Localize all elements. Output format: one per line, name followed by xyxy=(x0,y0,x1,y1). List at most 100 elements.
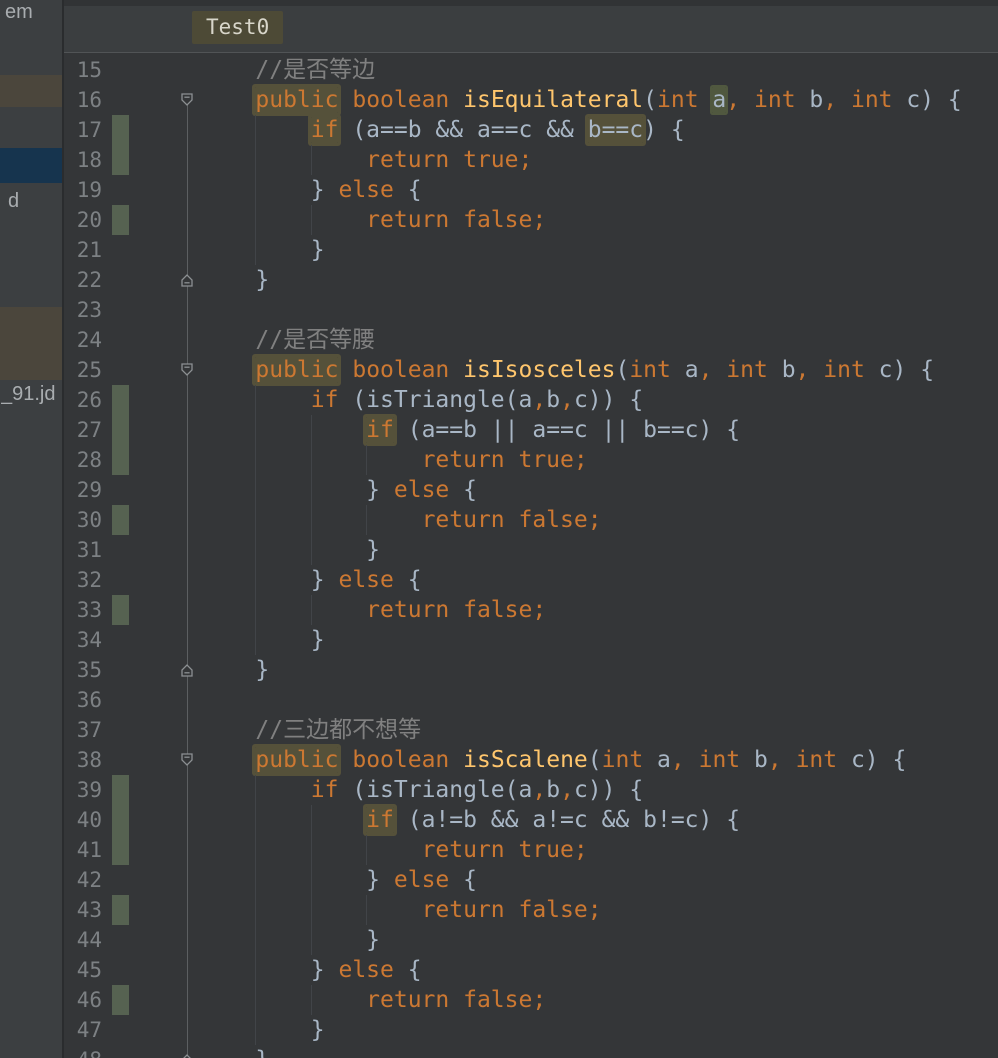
line-number[interactable]: 16 xyxy=(64,85,102,115)
code-line-text: } else { xyxy=(366,477,477,503)
line-number[interactable]: 27 xyxy=(64,415,102,445)
code-line-text: } else { xyxy=(310,177,422,203)
code-line[interactable]: 23 xyxy=(64,295,998,325)
code-line[interactable]: 36 xyxy=(64,685,998,715)
sidebar-row-selected[interactable] xyxy=(0,148,62,183)
code-line[interactable]: 30 return false; xyxy=(64,505,998,535)
line-number[interactable]: 23 xyxy=(64,295,102,325)
code-line[interactable]: 39 if (isTriangle(a,b,c)) { xyxy=(64,775,998,805)
code-line[interactable]: 24 //是否等腰 xyxy=(64,325,998,355)
line-number[interactable]: 34 xyxy=(64,625,102,655)
code-line[interactable]: 21 } xyxy=(64,235,998,265)
code-line[interactable]: 48 } xyxy=(64,1045,998,1058)
line-number[interactable]: 39 xyxy=(64,775,102,805)
code-line[interactable]: 43 return false; xyxy=(64,895,998,925)
code-line-text: } xyxy=(310,1017,325,1043)
vcs-change-marker xyxy=(112,505,129,535)
line-number[interactable]: 35 xyxy=(64,655,102,685)
code-line[interactable]: 42 } else { xyxy=(64,865,998,895)
fold-collapse-icon[interactable] xyxy=(179,362,195,378)
tab-test0[interactable]: Test0 xyxy=(192,11,284,44)
line-number[interactable]: 47 xyxy=(64,1015,102,1045)
code-line[interactable]: 31 } xyxy=(64,535,998,565)
line-number[interactable]: 17 xyxy=(64,115,102,145)
line-number[interactable]: 25 xyxy=(64,355,102,385)
sidebar-item-label[interactable]: em xyxy=(5,1,33,24)
code-line-text: } xyxy=(366,537,381,563)
code-line[interactable]: 19 } else { xyxy=(64,175,998,205)
line-number[interactable]: 21 xyxy=(64,235,102,265)
line-number[interactable]: 32 xyxy=(64,565,102,595)
code-line[interactable]: 28 return true; xyxy=(64,445,998,475)
code-line[interactable]: 33 return false; xyxy=(64,595,998,625)
line-number[interactable]: 19 xyxy=(64,175,102,205)
line-number[interactable]: 20 xyxy=(64,205,102,235)
line-number[interactable]: 42 xyxy=(64,865,102,895)
line-number[interactable]: 22 xyxy=(64,265,102,295)
fold-collapse-icon[interactable] xyxy=(179,752,195,768)
code-line[interactable]: 15 //是否等边 xyxy=(64,55,998,85)
fold-end-icon[interactable] xyxy=(179,1052,195,1058)
code-line[interactable]: 34 } xyxy=(64,625,998,655)
line-number[interactable]: 44 xyxy=(64,925,102,955)
code-line[interactable]: 47 } xyxy=(64,1015,998,1045)
code-line[interactable]: 44 } xyxy=(64,925,998,955)
usage-highlight: if xyxy=(310,117,339,143)
code-line[interactable]: 41 return true; xyxy=(64,835,998,865)
line-number[interactable]: 48 xyxy=(64,1045,102,1058)
line-number[interactable]: 41 xyxy=(64,835,102,865)
line-number[interactable]: 29 xyxy=(64,475,102,505)
code-line-text: } xyxy=(255,657,270,683)
code-line-text: if (isTriangle(a,b,c)) { xyxy=(310,387,644,413)
code-line[interactable]: 45 } else { xyxy=(64,955,998,985)
line-number[interactable]: 31 xyxy=(64,535,102,565)
line-number[interactable]: 28 xyxy=(64,445,102,475)
code-line[interactable]: 17 if (a==b && a==c && b==c) { xyxy=(64,115,998,145)
code-line-text: //三边都不想等 xyxy=(255,717,422,743)
vcs-change-marker xyxy=(112,415,129,445)
line-number[interactable]: 46 xyxy=(64,985,102,1015)
code-line-text: public boolean isScalene(int a, int b, i… xyxy=(255,747,907,773)
sidebar-item-label[interactable]: d xyxy=(8,190,19,213)
code-line[interactable]: 32 } else { xyxy=(64,565,998,595)
line-number[interactable]: 24 xyxy=(64,325,102,355)
line-number[interactable]: 30 xyxy=(64,505,102,535)
line-number[interactable]: 15 xyxy=(64,55,102,85)
code-line[interactable]: 37 //三边都不想等 xyxy=(64,715,998,745)
code-line[interactable]: 16 public boolean isEquilateral(int a, i… xyxy=(64,85,998,115)
code-area[interactable]: 15 //是否等边 16 public boolean isEquilateral… xyxy=(64,53,998,1058)
usage-highlight: public xyxy=(255,357,339,383)
code-line[interactable]: 46 return false; xyxy=(64,985,998,1015)
code-line[interactable]: 22 } xyxy=(64,265,998,295)
line-number[interactable]: 33 xyxy=(64,595,102,625)
line-number[interactable]: 45 xyxy=(64,955,102,985)
sidebar-row-hover[interactable] xyxy=(0,307,62,380)
code-line-text: return true; xyxy=(421,447,588,473)
fold-end-icon[interactable] xyxy=(179,662,195,678)
line-number[interactable]: 36 xyxy=(64,685,102,715)
line-number[interactable]: 43 xyxy=(64,895,102,925)
fold-collapse-icon[interactable] xyxy=(179,92,195,108)
code-line[interactable]: 20 return false; xyxy=(64,205,998,235)
code-line-text: return true; xyxy=(366,147,533,173)
code-line-text: return true; xyxy=(421,837,588,863)
code-line[interactable]: 27 if (a==b || a==c || b==c) { xyxy=(64,415,998,445)
line-number[interactable]: 18 xyxy=(64,145,102,175)
line-number[interactable]: 37 xyxy=(64,715,102,745)
code-line[interactable]: 35 } xyxy=(64,655,998,685)
code-line-text: return false; xyxy=(366,207,547,233)
fold-end-icon[interactable] xyxy=(179,272,195,288)
line-number[interactable]: 26 xyxy=(64,385,102,415)
sidebar-row-hover[interactable] xyxy=(0,75,62,107)
usage-highlight: if xyxy=(366,417,394,443)
code-line[interactable]: 29 } else { xyxy=(64,475,998,505)
code-line[interactable]: 25 public boolean isIsosceles(int a, int… xyxy=(64,355,998,385)
line-number[interactable]: 38 xyxy=(64,745,102,775)
sidebar-item-label[interactable]: _91.jd xyxy=(1,383,56,406)
code-line[interactable]: 18 return true; xyxy=(64,145,998,175)
vcs-change-marker xyxy=(112,985,129,1015)
line-number[interactable]: 40 xyxy=(64,805,102,835)
code-line[interactable]: 40 if (a!=b && a!=c && b!=c) { xyxy=(64,805,998,835)
code-line[interactable]: 38 public boolean isScalene(int a, int b… xyxy=(64,745,998,775)
code-line[interactable]: 26 if (isTriangle(a,b,c)) { xyxy=(64,385,998,415)
